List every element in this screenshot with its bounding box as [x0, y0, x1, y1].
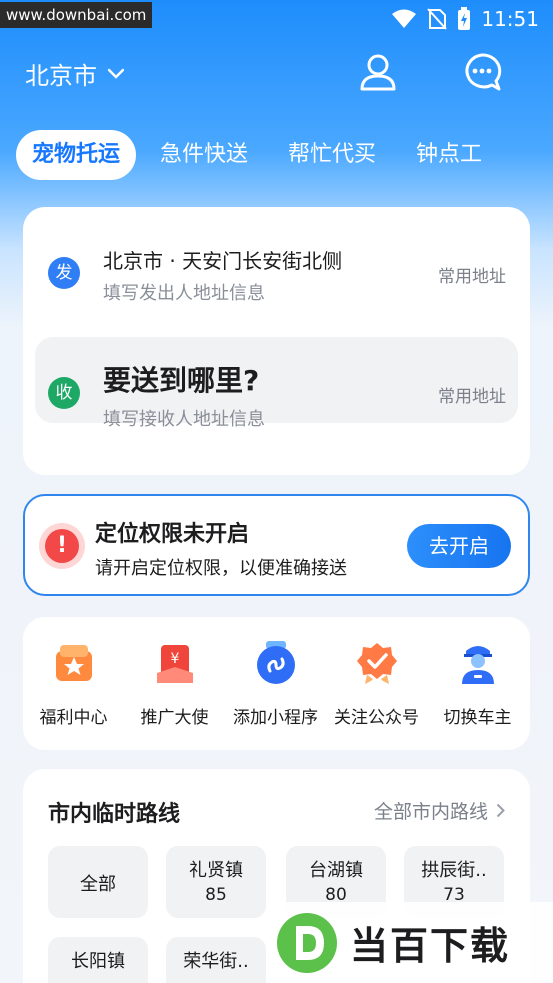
route-name: 台湖镇 [309, 860, 363, 881]
address-card: 发 北京市 · 天安门长安街北侧 填写发出人地址信息 常用地址 收 要送到哪里?… [23, 207, 530, 475]
service-tabs: 宠物托运 急件快送 帮忙代买 钟点工 [16, 128, 506, 182]
all-routes-label: 全部市内路线 [373, 801, 488, 823]
routes-title: 市内临时路线 [48, 802, 181, 827]
all-routes-link[interactable]: 全部市内路线 [374, 797, 505, 824]
service-label: 切换车主 [443, 708, 512, 728]
service-label: 关注公众号 [334, 708, 419, 728]
service-switch-driver[interactable]: 切换车主 [427, 641, 528, 728]
receive-badge: 收 [48, 377, 80, 409]
route-chip[interactable]: 荣华街.. [166, 937, 266, 983]
route-name: 礼贤镇 [189, 860, 243, 881]
receiver-address-hint: 填写接收人地址信息 [103, 409, 265, 430]
route-chip[interactable]: 全部 [48, 846, 148, 918]
service-welfare-center[interactable]: 福利中心 [23, 641, 124, 728]
receiver-address-title: 要送到哪里? [103, 364, 260, 397]
gift-icon [55, 645, 92, 681]
sender-address-title: 北京市 · 天安门长安街北侧 [103, 249, 343, 273]
service-promotion-ambassador[interactable]: ¥ 推广大使 [124, 641, 225, 728]
route-count: 85 [205, 885, 227, 905]
services-card: 福利中心 ¥ 推广大使 添加小程序 关注公众号 切换车主 [23, 617, 530, 750]
tab-buy-for-me[interactable]: 帮忙代买 [272, 130, 392, 180]
enable-location-button[interactable]: 去开启 [407, 524, 511, 568]
route-name: 全部 [80, 874, 116, 895]
route-chip[interactable]: 礼贤镇 85 [166, 846, 266, 918]
receiver-common-address-link[interactable]: 常用地址 [438, 382, 506, 407]
status-bar: 11:51 [391, 5, 539, 33]
service-follow-official-account[interactable]: 关注公众号 [326, 641, 427, 728]
city-selector[interactable]: 北京市 [25, 56, 125, 91]
service-label: 推广大使 [140, 708, 209, 728]
send-badge: 发 [48, 257, 80, 289]
service-add-mini-program[interactable]: 添加小程序 [225, 641, 326, 728]
permission-subtitle: 请开启定位权限，以便准确接送 [95, 558, 347, 579]
sender-address-hint: 填写发出人地址信息 [103, 283, 265, 304]
sender-address-row[interactable]: 发 北京市 · 天安门长安街北侧 填写发出人地址信息 常用地址 [35, 227, 518, 313]
permission-title: 定位权限未开启 [95, 522, 250, 547]
alert-icon: ! [39, 523, 85, 569]
user-icon[interactable] [358, 52, 398, 92]
tab-hourly-worker[interactable]: 钟点工 [400, 130, 498, 180]
receiver-address-row[interactable]: 收 要送到哪里? 填写接收人地址信息 常用地址 [35, 337, 518, 430]
service-label: 福利中心 [39, 708, 108, 728]
chevron-right-icon [496, 803, 505, 818]
no-sim-icon [427, 8, 448, 30]
red-envelope-icon: ¥ [156, 645, 193, 683]
status-time: 11:51 [481, 7, 539, 31]
brand-watermark: 当百下载 [268, 902, 553, 983]
svg-text:¥: ¥ [170, 651, 179, 667]
chevron-down-icon [107, 68, 125, 79]
mini-program-icon [256, 641, 295, 684]
tab-pet-transport[interactable]: 宠物托运 [16, 130, 137, 180]
city-label: 北京市 [25, 62, 97, 90]
sender-common-address-link[interactable]: 常用地址 [438, 262, 506, 287]
battery-charging-icon [458, 7, 471, 30]
tab-urgent-delivery[interactable]: 急件快送 [144, 130, 264, 180]
route-name: 荣华街.. [183, 951, 249, 972]
message-icon[interactable] [462, 52, 502, 92]
badge-check-icon [356, 643, 397, 684]
brand-logo-icon [277, 912, 337, 973]
route-name: 拱辰街.. [421, 860, 487, 881]
wifi-icon [392, 9, 417, 28]
service-label: 添加小程序 [233, 708, 318, 728]
url-watermark: www.downbai.com [0, 2, 153, 28]
route-chip[interactable]: 长阳镇 [48, 937, 148, 983]
brand-watermark-text: 当百下载 [350, 924, 511, 968]
header: 北京市 [0, 44, 553, 100]
route-name: 长阳镇 [71, 951, 125, 972]
driver-icon [461, 646, 494, 684]
location-permission-card: ! 定位权限未开启 请开启定位权限，以便准确接送 去开启 [23, 494, 530, 596]
